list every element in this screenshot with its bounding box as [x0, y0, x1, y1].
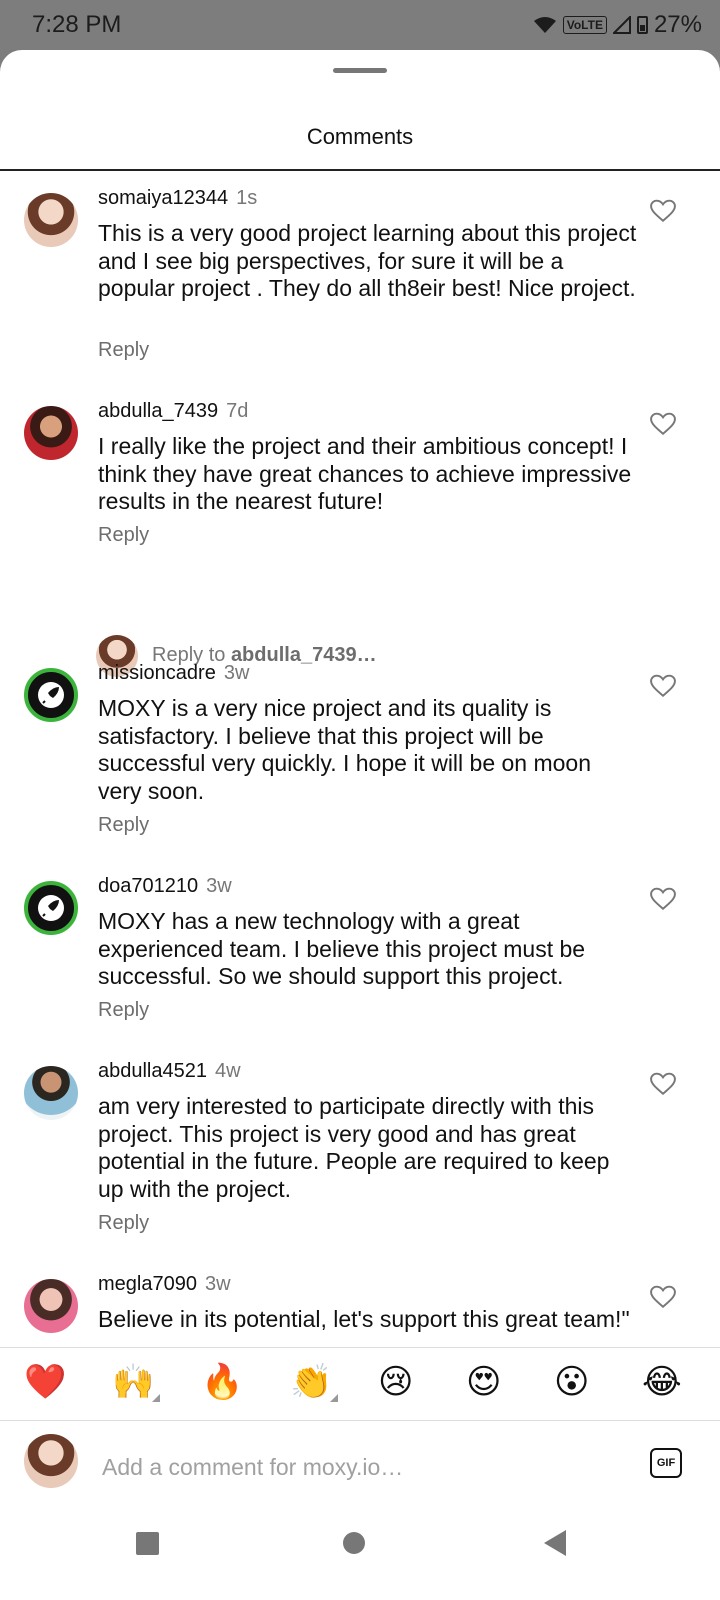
rocket-icon: [38, 682, 64, 708]
reply-button[interactable]: Reply: [98, 814, 149, 837]
comment-header: abdulla_7439 7d: [98, 400, 248, 423]
reply-button[interactable]: Reply: [98, 524, 149, 547]
comment-text: This is a very good project learning abo…: [98, 220, 637, 301]
username[interactable]: doa701210: [98, 875, 198, 897]
skin-tone-indicator: [330, 1394, 339, 1402]
reaction-surprised[interactable]: 😮: [554, 1362, 589, 1402]
reaction-crying[interactable]: 😢: [378, 1362, 413, 1402]
comment-text: MOXY has a new technology with a great e…: [98, 908, 586, 989]
timestamp: 7d: [226, 400, 249, 422]
reaction-fire[interactable]: 🔥: [201, 1362, 243, 1402]
username[interactable]: missioncadre: [98, 662, 216, 684]
reaction-raised-hands[interactable]: 🙌: [112, 1362, 161, 1402]
status-time: 7:28 PM: [32, 11, 122, 38]
avatar[interactable]: [24, 881, 78, 935]
comment-header: abdulla4521 4w: [98, 1060, 241, 1083]
username[interactable]: abdulla_7439: [98, 400, 218, 422]
username[interactable]: megla7090: [98, 1273, 197, 1295]
comment-header: somaiya12344 1s: [98, 187, 257, 210]
timestamp: 3w: [206, 875, 232, 897]
timestamp: 3w: [204, 1273, 231, 1295]
rocket-icon: [38, 895, 64, 921]
reply-button[interactable]: Reply: [98, 339, 149, 362]
reaction-laughing[interactable]: 😂: [642, 1362, 682, 1402]
reply-button[interactable]: Reply: [98, 1212, 149, 1235]
comment-header: megla7090 3w: [98, 1273, 231, 1296]
back-button[interactable]: [544, 1530, 566, 1556]
avatar[interactable]: [24, 406, 78, 460]
reply-target: abdulla_7439…: [230, 644, 377, 666]
sheet-title: Comments: [306, 124, 414, 149]
comment-input[interactable]: [100, 1448, 624, 1486]
status-icons: VoLTE 27%: [533, 11, 702, 39]
avatar[interactable]: [24, 1279, 78, 1333]
volte-badge: VoLTE: [562, 16, 607, 34]
system-nav-bar: [0, 1510, 720, 1600]
recents-button[interactable]: [136, 1532, 159, 1555]
comment-header: missioncadre 3w: [98, 662, 249, 685]
heart-outline-icon[interactable]: [650, 887, 676, 911]
comment-composer: GIF: [0, 1420, 720, 1510]
title-divider: [0, 169, 720, 171]
reaction-heart-eyes[interactable]: 😍: [466, 1362, 501, 1402]
battery-percent: 27%: [653, 11, 702, 38]
heart-outline-icon[interactable]: [650, 412, 676, 436]
reaction-heart[interactable]: ❤️: [24, 1362, 66, 1402]
comments-sheet: Comments somaiya12344 1s This is a very g…: [0, 50, 720, 1600]
reply-button[interactable]: Reply: [98, 999, 149, 1022]
battery-icon: [636, 16, 648, 34]
skin-tone-indicator: [152, 1394, 161, 1402]
timestamp: 3w: [223, 662, 250, 684]
heart-outline-icon[interactable]: [650, 1285, 676, 1309]
comment-text: MOXY is a very nice project and its qual…: [98, 695, 592, 804]
gif-button[interactable]: GIF: [650, 1448, 682, 1478]
username[interactable]: abdulla4521: [98, 1060, 207, 1082]
comment-text: I really like the project and their ambi…: [98, 433, 632, 514]
heart-outline-icon[interactable]: [650, 1072, 676, 1096]
own-avatar: [24, 1434, 78, 1488]
signal-icon: [612, 16, 631, 34]
username[interactable]: somaiya12344: [98, 187, 228, 209]
timestamp: 4w: [215, 1060, 241, 1082]
comment-header: doa701210 3w: [98, 875, 232, 898]
heart-outline-icon[interactable]: [650, 199, 676, 223]
reaction-clap[interactable]: 👏: [290, 1362, 339, 1402]
status-bar: 7:28 PM VoLTE 27%: [0, 0, 720, 50]
avatar[interactable]: [24, 1066, 78, 1120]
drag-handle[interactable]: [333, 68, 387, 73]
avatar[interactable]: [24, 668, 78, 722]
comment-text: am very interested to participate direct…: [98, 1093, 610, 1202]
timestamp: 1s: [236, 187, 258, 209]
wifi-icon: [533, 17, 556, 33]
home-button[interactable]: [343, 1532, 365, 1554]
quick-reaction-bar: ❤️ 🙌 🔥 👏 😢 😍 😮 😂: [0, 1347, 720, 1421]
comment-text: Believe in its potential, let's support …: [98, 1306, 630, 1332]
heart-outline-icon[interactable]: [650, 674, 676, 698]
comment-list[interactable]: somaiya12344 1s This is a very good proje…: [0, 172, 720, 1429]
avatar[interactable]: [24, 193, 78, 247]
